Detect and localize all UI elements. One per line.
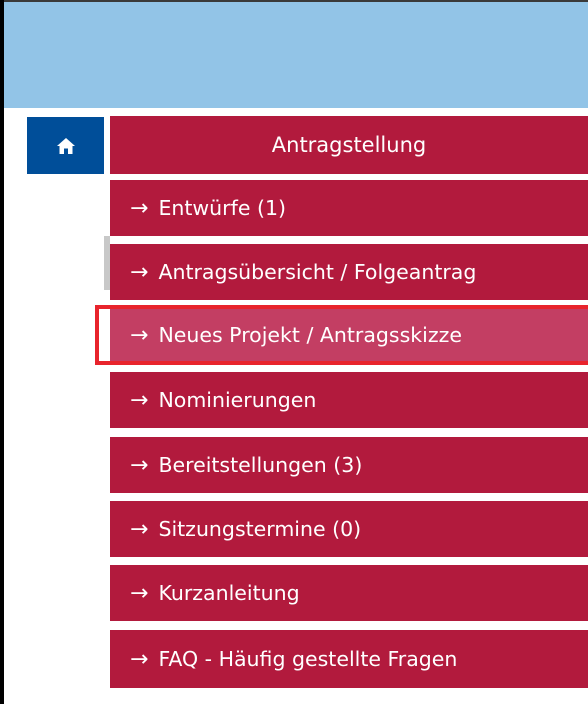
menu-item-sitzungstermine[interactable]: → Sitzungstermine (0) (110, 501, 588, 557)
menu-item-label: Antragsübersicht / Folgeantrag (158, 260, 477, 284)
menu-item-bereitstellungen[interactable]: → Bereitstellungen (3) (110, 437, 588, 493)
menu-item-label: Neues Projekt / Antragsskizze (158, 323, 462, 347)
menu-item-label: Nominierungen (158, 388, 317, 412)
arrow-right-icon: → (130, 580, 149, 606)
menu-item-neues-projekt[interactable]: → Neues Projekt / Antragsskizze (110, 309, 588, 361)
arrow-right-icon: → (130, 452, 149, 478)
menu-item-label: Bereitstellungen (3) (158, 453, 363, 477)
menu-item-label: FAQ - Häufig gestellte Fragen (158, 647, 458, 671)
top-border (0, 0, 588, 2)
arrow-right-icon: → (130, 387, 149, 413)
menu-header-label: Antragstellung (271, 133, 427, 157)
page-frame: Antragstellung → Entwürfe (1) → Antragsü… (0, 0, 588, 704)
menu-item-antragsuebersicht[interactable]: → Antragsübersicht / Folgeantrag (110, 244, 588, 300)
menu-item-faq[interactable]: → FAQ - Häufig gestellte Fragen (110, 630, 588, 688)
arrow-right-icon: → (130, 322, 149, 348)
home-button[interactable] (27, 117, 104, 174)
menu-item-kurzanleitung[interactable]: → Kurzanleitung (110, 565, 588, 621)
home-icon (56, 137, 76, 155)
menu-header-antragstellung[interactable]: Antragstellung (110, 116, 588, 174)
arrow-right-icon: → (130, 195, 149, 221)
menu-item-label: Kurzanleitung (158, 581, 300, 605)
header-bar (4, 0, 588, 108)
menu-item-nominierungen[interactable]: → Nominierungen (110, 372, 588, 428)
menu-item-label: Sitzungstermine (0) (158, 517, 362, 541)
left-border (0, 0, 4, 704)
menu-item-entwuerfe[interactable]: → Entwürfe (1) (110, 180, 588, 236)
arrow-right-icon: → (130, 259, 149, 285)
arrow-right-icon: → (130, 646, 149, 672)
menu-item-label: Entwürfe (1) (158, 196, 286, 220)
arrow-right-icon: → (130, 516, 149, 542)
